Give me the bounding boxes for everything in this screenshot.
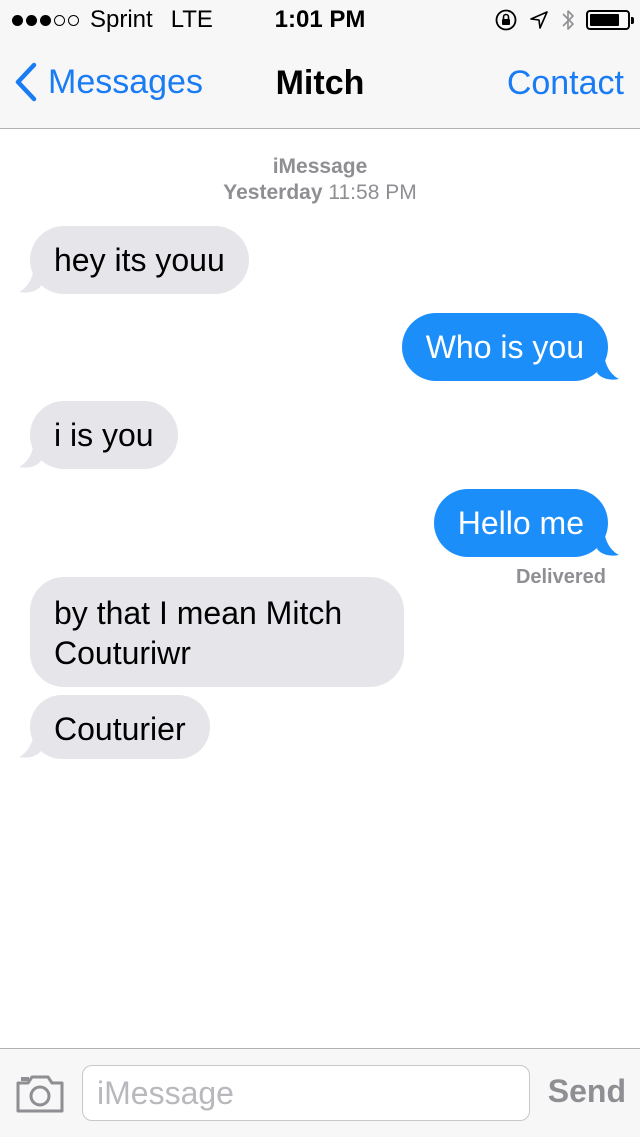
message-text: Hello me: [457, 505, 584, 541]
message-input[interactable]: [82, 1065, 530, 1121]
incoming-message[interactable]: hey its youu: [19, 226, 249, 294]
incoming-message[interactable]: i is you: [19, 401, 178, 469]
orientation-lock-icon: [495, 9, 517, 31]
message-text: by that I mean Mitch Couturiwr: [54, 595, 343, 671]
back-button-label: Messages: [48, 62, 203, 101]
incoming-message[interactable]: Couturier: [19, 695, 210, 759]
navigation-bar: Messages Mitch Contact: [0, 40, 640, 129]
timestamp-day: Yesterday: [223, 181, 323, 204]
camera-icon[interactable]: [14, 1071, 66, 1115]
message-text: Who is you: [425, 329, 584, 365]
incoming-message[interactable]: by that I mean Mitch Couturiwr: [30, 577, 404, 687]
send-button[interactable]: Send: [548, 1073, 626, 1110]
conversation-header: iMessage Yesterday 11:58 PM: [0, 154, 640, 206]
battery-icon: [586, 10, 634, 30]
service-label: iMessage: [272, 155, 368, 178]
message-text: Couturier: [54, 711, 186, 747]
outgoing-message[interactable]: Hello me: [433, 489, 619, 557]
bluetooth-icon: [562, 10, 574, 30]
outgoing-message[interactable]: Who is you: [401, 313, 619, 381]
timestamp: Yesterday 11:58 PM: [0, 180, 640, 206]
chevron-left-icon: [15, 62, 37, 102]
contact-button[interactable]: Contact: [507, 64, 624, 103]
message-text: hey its youu: [54, 242, 225, 278]
delivered-status: Delivered: [515, 566, 606, 588]
status-right: [494, 7, 634, 33]
location-arrow-icon: [530, 11, 548, 29]
timestamp-time: 11:58 PM: [328, 181, 417, 204]
message-text: i is you: [54, 417, 154, 453]
message-composer: Send: [0, 1048, 640, 1137]
status-bar: Sprint LTE 1:01 PM: [0, 0, 640, 40]
back-button[interactable]: Messages: [14, 62, 203, 102]
